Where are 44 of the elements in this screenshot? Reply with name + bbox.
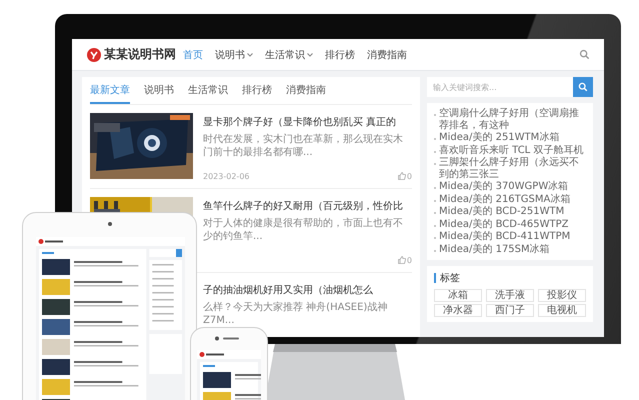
site-logo[interactable]: 某某说明书网	[104, 46, 176, 63]
search-icon[interactable]	[579, 49, 590, 60]
tab[interactable]: 最新文章	[90, 77, 130, 104]
thumbs-up-icon	[398, 172, 406, 180]
sidebar-link[interactable]: Midea/美的 216TGSMA冰箱	[439, 194, 570, 205]
article-title[interactable]: 显卡那个牌子好（显卡降价也别乱买 真正的	[203, 115, 412, 129]
nav-link[interactable]: 生活常识	[265, 48, 313, 62]
tag[interactable]: 冰箱	[434, 289, 482, 302]
search-button[interactable]	[573, 77, 593, 97]
tag[interactable]: 西门子	[486, 304, 534, 317]
sidebar-link[interactable]: 三脚架什么牌子好用（永远买不到的第三张三	[439, 157, 586, 180]
search-field[interactable]: 输入关键词搜索...	[427, 77, 573, 97]
search-icon	[578, 82, 588, 92]
camera-icon	[108, 222, 112, 226]
tab[interactable]: 说明书	[144, 77, 174, 104]
like-count: 0	[406, 256, 412, 264]
sidebar-link[interactable]: 喜欢听音乐来听 TCL 双子舱耳机	[439, 144, 584, 156]
sidebar-link[interactable]: 空调扇什么牌子好用（空调扇推荐排名，有这种	[439, 108, 586, 131]
sidebar-link[interactable]: Midea/美的 370WGPW冰箱	[439, 181, 568, 192]
sidebar-link[interactable]: Midea/美的 175SM冰箱	[439, 244, 550, 255]
article-excerpt: 么样？今天为大家推荐 神舟(HASEE)战神Z7M...	[203, 301, 388, 327]
article-date: 2023-02-06	[203, 172, 250, 180]
tag[interactable]: 投影仪	[538, 289, 586, 302]
sidebar-link[interactable]: Midea/美的 251WTM冰箱	[439, 132, 560, 144]
nav-link[interactable]: 排行榜	[325, 48, 355, 62]
tab[interactable]: 消费指南	[286, 77, 326, 104]
article-excerpt: 对于人体的健康是很有帮助的，市面上也有不少的钓鱼竿...	[203, 217, 404, 243]
nav-link[interactable]: 说明书	[215, 48, 253, 62]
tags-heading: 标签	[440, 272, 460, 285]
sidebar-link[interactable]: Midea/美的 BCD-465WTPZ	[439, 218, 569, 230]
tag[interactable]: 洗手液	[486, 289, 534, 302]
logo-icon	[87, 48, 101, 62]
sidebar-link[interactable]: Midea/美的 BCD-411WTPM	[439, 231, 570, 242]
tag[interactable]: 电视机	[538, 304, 586, 317]
like-count: 0	[406, 172, 412, 180]
sidebar-link[interactable]: Midea/美的 BCD-251WTM	[439, 206, 564, 218]
article-title[interactable]: 鱼竿什么牌子的好又耐用（百元级别，性价比	[203, 199, 412, 213]
thumbs-up-icon	[398, 256, 406, 264]
tag[interactable]: 净水器	[434, 304, 482, 317]
article-title[interactable]: 子的抽油烟机好用又实用（油烟机怎么	[203, 283, 412, 297]
tab[interactable]: 生活常识	[188, 77, 228, 104]
tab[interactable]: 排行榜	[242, 77, 272, 104]
nav-link[interactable]: 消费指南	[367, 48, 407, 62]
article-excerpt: 时代在发展，实木门也在革新，那么现在实木门前十的最排名都有哪...	[203, 133, 404, 159]
